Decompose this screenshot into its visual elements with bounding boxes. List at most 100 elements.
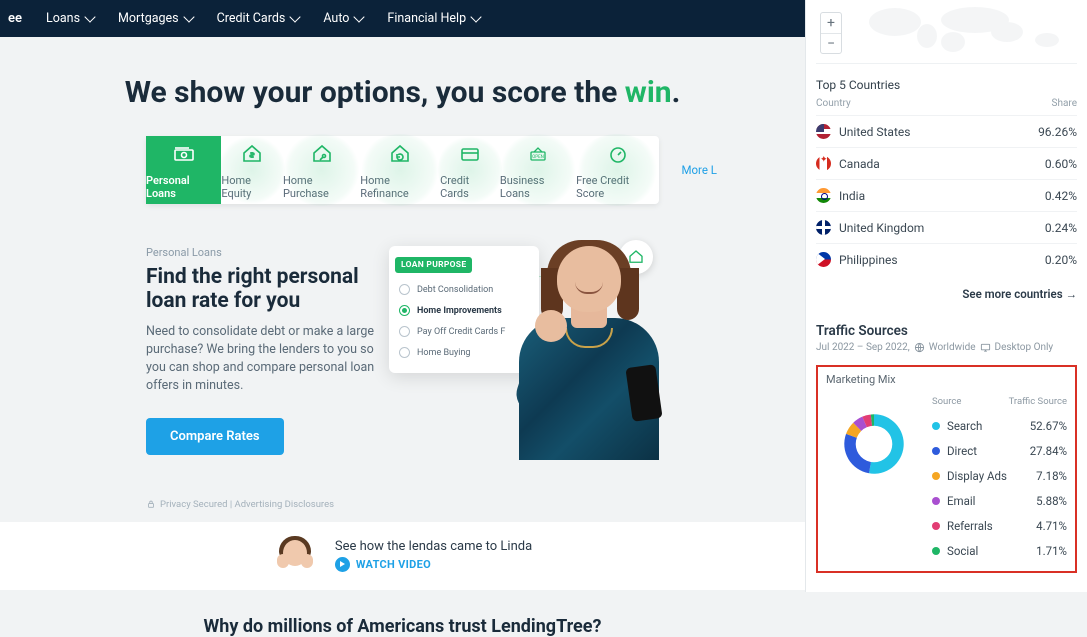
meta-scope: Worldwide: [929, 342, 976, 353]
marketing-mix-card: Marketing Mix Source Traffic Source Sear…: [816, 365, 1077, 573]
world-silhouette: [857, 2, 1077, 58]
nav-auto[interactable]: Auto: [323, 11, 363, 26]
legend-row: Social 1.71%: [932, 538, 1067, 563]
country-share: 0.20%: [1045, 253, 1077, 267]
hero-left: Personal Loans Find the right personal l…: [146, 246, 375, 455]
legend-dot-icon: [932, 522, 940, 530]
hero-person-image: [479, 238, 679, 460]
marketing-mix-title: Marketing Mix: [826, 373, 1067, 386]
country-row[interactable]: United Kingdom 0.24%: [816, 211, 1077, 243]
legend-row: Email5.88%: [932, 488, 1067, 513]
chevron-down-icon: [470, 11, 481, 22]
headline-win: win: [625, 75, 672, 110]
privacy-disclosure[interactable]: Privacy Secured | Advertising Disclosure…: [146, 499, 805, 510]
nav-loans-label: Loans: [46, 11, 80, 26]
chevron-down-icon: [183, 11, 194, 22]
country-name: Philippines: [839, 253, 898, 267]
country-row[interactable]: India 0.42%: [816, 179, 1077, 211]
globe-icon: [914, 342, 925, 353]
nav-credit-cards-label: Credit Cards: [217, 11, 286, 26]
tab-personal-loans[interactable]: Personal Loans: [146, 136, 221, 204]
flag-icon: [816, 188, 831, 203]
tab-business-loans[interactable]: OPEN Business Loans: [500, 136, 576, 204]
hero-title: Find the right personal loan rate for yo…: [146, 265, 375, 313]
country-share: 0.42%: [1045, 189, 1077, 203]
col-share: Share: [1052, 98, 1077, 109]
more-link[interactable]: More L: [681, 163, 717, 177]
linda-headline: See how the lendas came to Linda: [335, 539, 532, 554]
legend-dot-icon: [932, 497, 940, 505]
category-tabs: Personal Loans Home Equity Home Purchase…: [146, 136, 659, 204]
radio-selected-icon: [399, 305, 410, 316]
nav-auto-label: Auto: [323, 11, 349, 26]
compare-rates-button[interactable]: Compare Rates: [146, 418, 284, 455]
col-country: Country: [816, 98, 851, 109]
meta-device: Desktop Only: [995, 342, 1054, 353]
tab-credit-cards[interactable]: Credit Cards: [440, 136, 500, 204]
legend-label: Direct: [947, 444, 977, 458]
zoom-controls: + −: [820, 12, 842, 54]
country-name: India: [839, 189, 865, 203]
legend-value: 52.67%: [1030, 419, 1067, 433]
desktop-icon: [980, 342, 991, 353]
country-share: 0.24%: [1045, 221, 1077, 235]
nav-financial-help-label: Financial Help: [387, 11, 466, 26]
tab-home-equity[interactable]: Home Equity: [221, 136, 283, 204]
tab-home-refinance[interactable]: Home Refinance: [360, 136, 440, 204]
nav-mortgages[interactable]: Mortgages: [118, 11, 193, 26]
purpose-label: Home Buying: [417, 348, 471, 358]
house-dollar-icon: [238, 140, 266, 168]
col-source: Source: [932, 396, 961, 407]
nav-loans[interactable]: Loans: [46, 11, 94, 26]
legend-row: Search52.67%: [932, 413, 1067, 438]
country-row[interactable]: Philippines 0.20%: [816, 243, 1077, 275]
radio-icon: [399, 347, 410, 358]
zoom-out-button[interactable]: −: [821, 33, 841, 53]
brand-fragment: ee: [8, 11, 22, 26]
country-name: Canada: [839, 157, 880, 171]
legend-label: Referrals: [947, 519, 993, 533]
legend-value: 5.88%: [1036, 494, 1067, 508]
radio-icon: [399, 326, 410, 337]
see-more-countries-link[interactable]: See more countries →: [816, 275, 1077, 309]
lock-icon: [146, 499, 156, 509]
country-table-header: Country Share: [816, 98, 1077, 109]
nav-financial-help[interactable]: Financial Help: [387, 11, 480, 26]
site-main: ee Loans Mortgages Credit Cards Auto Fin…: [0, 0, 805, 592]
legend-value: 4.71%: [1036, 519, 1067, 533]
watch-video-link[interactable]: WATCH VIDEO: [335, 557, 532, 572]
legend-label: Social: [947, 544, 978, 558]
headline-pre: We show your options, you score the: [125, 75, 625, 110]
chevron-down-icon: [84, 11, 95, 22]
nav-credit-cards[interactable]: Credit Cards: [217, 11, 300, 26]
col-traffic-source: Traffic Source: [1009, 396, 1067, 407]
donut-chart: [826, 396, 922, 492]
legend-value: 7.18%: [1036, 469, 1067, 483]
legend-dot-icon: [932, 422, 940, 430]
headline-post: .: [672, 75, 681, 110]
hero-illustration: LOAN PURPOSE Debt Consolidation Home Imp…: [399, 246, 659, 446]
tab-home-purchase[interactable]: Home Purchase: [283, 136, 360, 204]
country-row[interactable]: Canada 0.60%: [816, 147, 1077, 179]
linda-bar: See how the lendas came to Linda WATCH V…: [0, 522, 805, 590]
country-share: 0.60%: [1045, 157, 1077, 171]
hero-body: Need to consolidate debt or make a large…: [146, 323, 375, 396]
zoom-in-button[interactable]: +: [821, 13, 841, 33]
world-map[interactable]: + −: [816, 8, 1077, 64]
legend-row: Direct27.84%: [932, 438, 1067, 463]
gauge-icon: [604, 140, 632, 168]
tab-free-credit-score[interactable]: Free Credit Score: [576, 136, 659, 204]
headline-area: We show your options, you score the win.: [0, 37, 805, 136]
legend-row: Display Ads7.18%: [932, 463, 1067, 488]
top5-heading: Top 5 Countries: [816, 78, 1077, 92]
house-refresh-icon: [386, 140, 414, 168]
country-name: United Kingdom: [839, 221, 924, 235]
house-key-icon: [308, 140, 336, 168]
country-row[interactable]: United States96.26%: [816, 115, 1077, 147]
tab-label: Personal Loans: [146, 174, 221, 200]
analytics-panel: + − Top 5 Countries Country Share United…: [805, 0, 1087, 592]
meta-range: Jul 2022 – Sep 2022,: [816, 342, 910, 353]
chevron-down-icon: [354, 11, 365, 22]
legend-value: 1.71%: [1036, 544, 1067, 558]
flag-icon: [816, 252, 831, 267]
